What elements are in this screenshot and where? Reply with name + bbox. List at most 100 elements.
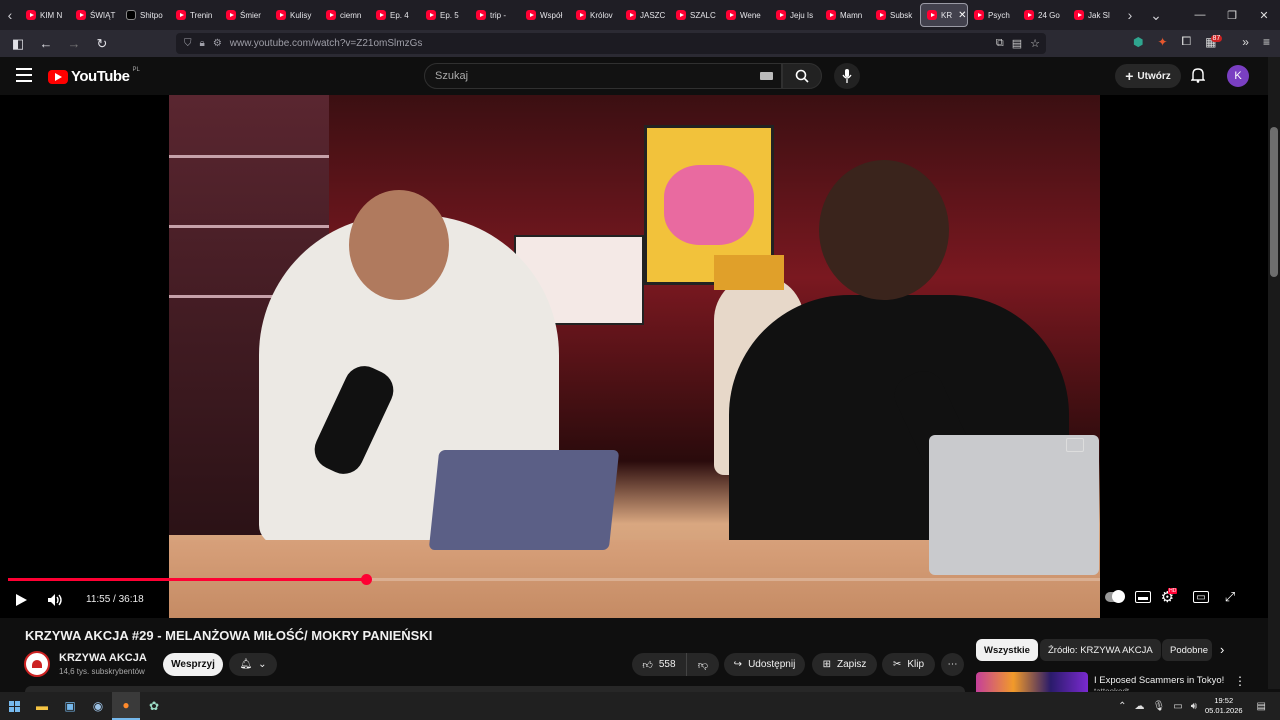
browser-tab[interactable]: trip - [470, 3, 520, 27]
voice-search-button[interactable] [834, 63, 860, 89]
browser-tab[interactable]: SZALC [670, 3, 720, 27]
support-button[interactable]: Wesprzyj [163, 653, 223, 676]
browser-tab[interactable]: Kulisy [270, 3, 320, 27]
recommendation-thumbnail[interactable] [976, 672, 1088, 692]
network-icon[interactable]: ▭ [1173, 701, 1182, 712]
volume-button[interactable] [47, 590, 64, 610]
speaker-icon[interactable]: 🔊︎ [1191, 701, 1197, 712]
notification-settings-button[interactable]: 🔔︎ ⌄ [229, 653, 277, 676]
close-tab-icon[interactable]: ✕ [958, 10, 966, 21]
browser-tab[interactable]: Ep. 5 [420, 3, 470, 27]
browser-tab[interactable]: Shitpo [120, 3, 170, 27]
fullscreen-icon[interactable]: ⤢ [1221, 588, 1239, 606]
forward-icon[interactable]: → [62, 32, 86, 56]
channel-avatar[interactable] [24, 651, 50, 677]
browser-tab[interactable]: 24 Go [1018, 3, 1068, 27]
browser-tab[interactable]: Jak Sl [1068, 3, 1118, 27]
url-text[interactable]: www.youtube.com/watch?v=Z21omSlmzGs [230, 38, 423, 49]
minimize-icon[interactable]: — [1184, 0, 1216, 30]
browser-tab[interactable]: Jeju Is [770, 3, 820, 27]
computer-app-icon[interactable]: ▣ [56, 692, 84, 720]
dislike-button[interactable]: 👎︎ [686, 653, 719, 676]
steam-icon[interactable]: ◉ [84, 692, 112, 720]
notifications-button[interactable] [1190, 68, 1206, 88]
tab-list-dropdown-icon[interactable]: ⌄ [1146, 0, 1166, 30]
chip-related[interactable]: Podobne [1162, 639, 1212, 661]
search-input[interactable]: Szukaj [424, 63, 782, 89]
settings-gear-icon[interactable]: ⚙ HD [1161, 588, 1181, 606]
clip-button[interactable]: ✂ Klip [882, 653, 935, 676]
lock-icon[interactable]: 🔒︎ [200, 38, 205, 49]
create-button[interactable]: + Utwórz [1115, 64, 1181, 88]
youtube-icon [426, 10, 436, 20]
browser-tab[interactable]: Mamn [820, 3, 870, 27]
chips-next-icon[interactable]: › [1220, 642, 1224, 657]
onedrive-icon[interactable]: ☁ [1135, 701, 1145, 712]
subtitles-icon[interactable]: ▬ [1135, 591, 1151, 603]
browser-tab[interactable]: Wene [720, 3, 770, 27]
browser-tab[interactable]: Psych [968, 3, 1018, 27]
overflow-chevrons-icon[interactable]: » [1242, 35, 1249, 49]
more-actions-button[interactable]: ⋯ [941, 653, 964, 676]
page-scrollbar[interactable] [1268, 57, 1280, 689]
restore-icon[interactable]: ❐ [1216, 0, 1248, 30]
bookmark-star-icon[interactable]: ☆ [1030, 37, 1040, 50]
browser-tab[interactable]: Trenin [170, 3, 220, 27]
address-bar[interactable]: ⛉ 🔒︎ ⚙︎ www.youtube.com/watch?v=Z21omSlm… [176, 33, 1046, 54]
browser-tab[interactable]: ciemn [320, 3, 370, 27]
progress-bar[interactable] [8, 574, 1100, 585]
keyboard-icon[interactable] [760, 72, 773, 80]
start-button-icon[interactable] [9, 700, 20, 712]
scrollbar-thumb[interactable] [1270, 127, 1278, 277]
browser-tab[interactable]: ŚWIĄT [70, 3, 120, 27]
picture-in-picture-icon[interactable]: ⧉ [996, 37, 1004, 50]
browser-tab[interactable]: Ep. 4 [370, 3, 420, 27]
tracking-shield-icon[interactable]: ⛉ [184, 38, 192, 49]
back-icon[interactable]: ← [34, 32, 58, 56]
video-frame[interactable] [169, 95, 1100, 618]
permissions-icon[interactable]: ⚙︎ [213, 38, 222, 49]
browser-tab[interactable]: Subsk [870, 3, 920, 27]
browser-tab[interactable]: Współ [520, 3, 570, 27]
menu-icon[interactable] [16, 68, 32, 86]
reload-icon[interactable]: ↻ [90, 32, 114, 56]
share-button[interactable]: ↪ Udostępnij [724, 653, 805, 676]
autoplay-toggle[interactable] [1105, 588, 1125, 606]
recommendation-title[interactable]: I Exposed Scammers in Tokyo! [1094, 675, 1224, 686]
browser-tab[interactable]: KIM N [20, 3, 70, 27]
chip-channel-source[interactable]: Źródło: KRZYWA AKCJA [1040, 639, 1161, 661]
browser-tab[interactable]: Królov [570, 3, 620, 27]
play-button[interactable] [14, 590, 28, 610]
browser-tab[interactable]: JASZC [620, 3, 670, 27]
sidebar-toggle-icon[interactable]: ◧ [6, 32, 30, 56]
app-menu-icon[interactable]: ≡ [1263, 35, 1270, 49]
browser-tab[interactable]: Śmier [220, 3, 270, 27]
microphone-tray-icon[interactable]: 🎙︎ [1153, 701, 1166, 712]
recommendation-more-icon[interactable]: ⋮ [1234, 674, 1246, 688]
clock[interactable]: 19:52 05.01.2026 [1205, 696, 1243, 716]
browser-tab[interactable]: KR ✕ [920, 3, 968, 27]
reader-view-icon[interactable]: ▤ [1012, 37, 1022, 50]
notifications-icon[interactable]: ▤ [1257, 701, 1266, 712]
save-button[interactable]: ⊞ Zapisz [812, 653, 877, 676]
file-explorer-icon[interactable]: ▬ [28, 692, 56, 720]
miniplayer-icon[interactable] [1066, 438, 1084, 452]
extension-icon[interactable]: ✦ [1157, 35, 1167, 49]
chip-all[interactable]: Wszystkie [976, 639, 1038, 661]
downloads-icon[interactable]: ▦87 [1205, 34, 1228, 49]
youtube-logo[interactable]: YouTube PL [48, 67, 140, 85]
channel-name[interactable]: KRZYWA AKCJA [59, 652, 147, 664]
tray-expand-icon[interactable]: ⌃ [1118, 701, 1126, 712]
app-icon[interactable]: ✿ [140, 692, 168, 720]
like-button[interactable]: 👍︎ 558 [632, 653, 686, 676]
search-button[interactable] [782, 63, 822, 89]
firefox-icon[interactable]: ● [112, 692, 140, 720]
tab-scroll-left-icon[interactable]: ‹ [0, 0, 20, 30]
theater-mode-icon[interactable]: ▭ [1193, 591, 1209, 603]
close-window-icon[interactable]: ✕ [1248, 0, 1280, 30]
tab-scroll-right-icon[interactable]: › [1120, 0, 1140, 30]
vpn-extension-icon[interactable]: ⬢ [1133, 35, 1143, 49]
extensions-puzzle-icon[interactable]: ⧠ [1182, 34, 1192, 49]
account-avatar[interactable]: K [1227, 65, 1249, 87]
video-player[interactable]: 11:55 / 36:18 ▬ ⚙ HD ▭ ⤢ [0, 95, 1268, 618]
